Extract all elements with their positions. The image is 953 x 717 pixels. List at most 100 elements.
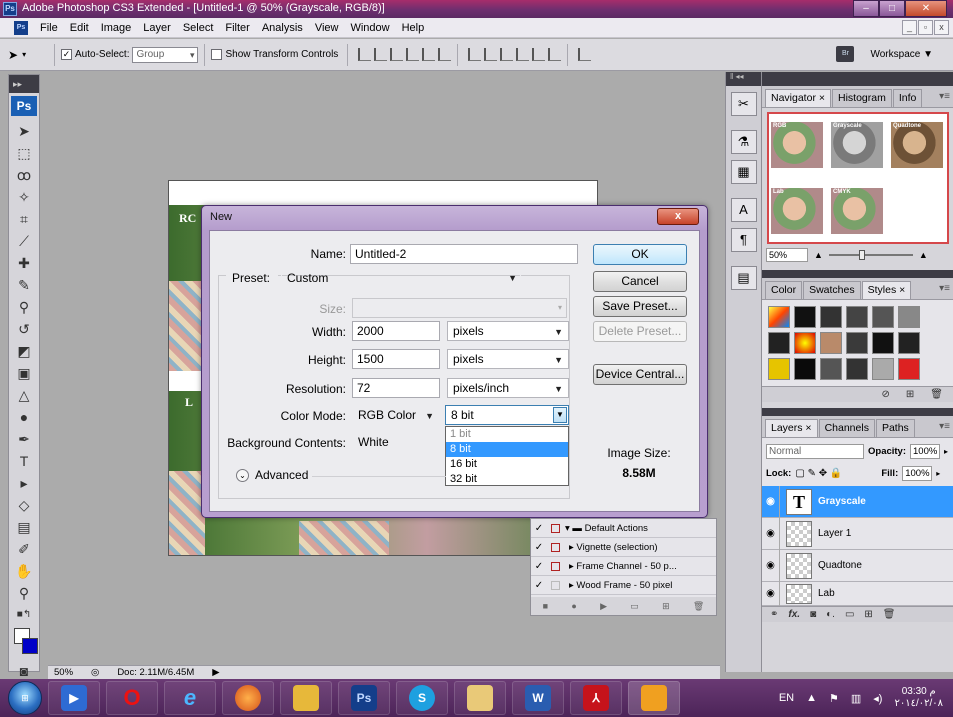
menu-image[interactable]: Image — [95, 22, 138, 34]
dialog-toggle-icon[interactable] — [547, 561, 563, 571]
action-row[interactable]: ✓ ▸ Wood Frame - 50 pixel — [531, 576, 716, 595]
bit-depth-dropdown[interactable]: 8 bit ▼ — [445, 405, 569, 425]
zoom-slider[interactable] — [828, 250, 913, 260]
bridge-button[interactable]: Br — [836, 46, 855, 62]
width-input[interactable]: 2000 — [352, 321, 440, 341]
toggle-check-icon[interactable]: ✓ — [531, 580, 547, 591]
style-swatch[interactable] — [898, 358, 920, 380]
tool-preset-picker[interactable]: ➤ ▾ — [8, 44, 48, 66]
taskbar-word[interactable]: W — [512, 681, 564, 715]
auto-align-button[interactable] — [578, 48, 592, 61]
move-tool-icon[interactable]: ➤ — [9, 120, 39, 142]
taskbar-firefox[interactable] — [222, 681, 274, 715]
toggle-check-icon[interactable]: ✓ — [531, 542, 547, 553]
slice-tool-icon[interactable]: ⟋ — [9, 230, 39, 252]
trash-icon[interactable]: 🗑 — [693, 601, 704, 612]
style-swatch[interactable] — [794, 358, 816, 380]
panel-header[interactable] — [762, 270, 953, 278]
advanced-toggle[interactable]: ⌄ Advanced — [236, 468, 308, 482]
align-left-icon[interactable] — [406, 48, 420, 61]
taskbar-app[interactable] — [628, 681, 680, 715]
status-menu-icon[interactable]: ▶ — [212, 667, 219, 678]
notes-panel-icon[interactable]: ▤ — [730, 266, 757, 290]
color-mode-dropdown[interactable]: RGB Color ▼ — [352, 405, 440, 425]
auto-select-dropdown[interactable]: Group — [132, 46, 199, 63]
layer-row[interactable]: ◉ Layer 1 — [762, 517, 953, 550]
minimize-button[interactable]: – — [853, 0, 879, 17]
bg-contents-dropdown[interactable]: White — [352, 432, 444, 452]
marquee-tool-icon[interactable]: ⬚ — [9, 142, 39, 164]
play-icon[interactable]: ▶ — [600, 601, 607, 612]
height-input[interactable]: 1500 — [352, 349, 440, 369]
lock-icons[interactable]: ▢ ✎ ✥ 🔒 — [795, 468, 863, 479]
style-swatch[interactable] — [898, 332, 920, 354]
fill-input[interactable]: 100% — [902, 465, 933, 481]
action-row[interactable]: ✓ ▸ Frame Channel - 50 p... — [531, 557, 716, 576]
action-row[interactable]: ✓ ▸ Vignette (selection) — [531, 538, 716, 557]
doc-minimize-button[interactable]: _ — [902, 20, 917, 35]
zoom-tool-icon[interactable]: ⚲ — [9, 582, 39, 604]
chevron-right-icon[interactable]: ▸ — [944, 447, 948, 456]
visibility-eye-icon[interactable]: ◉ — [762, 517, 780, 550]
record-icon[interactable]: ● — [571, 601, 576, 611]
eraser-tool-icon[interactable]: ◩ — [9, 340, 39, 362]
layer-row[interactable]: ◉ Lab — [762, 581, 953, 606]
blur-tool-icon[interactable]: △ — [9, 384, 39, 406]
menu-window[interactable]: Window — [344, 22, 395, 34]
style-swatch[interactable] — [768, 358, 790, 380]
maximize-button[interactable]: □ — [879, 0, 905, 17]
style-swatch[interactable] — [872, 332, 894, 354]
doc-restore-button[interactable]: ▫ — [918, 20, 933, 35]
fx-icon[interactable]: fx. — [788, 609, 800, 620]
history-brush-tool-icon[interactable]: ↺ — [9, 318, 39, 340]
align-top-icon[interactable] — [358, 48, 372, 61]
visibility-eye-icon[interactable]: ◉ — [762, 581, 780, 606]
panel-menu-icon[interactable]: ▾≡ — [939, 283, 950, 294]
style-swatch[interactable] — [794, 332, 816, 354]
tab-layers[interactable]: Layers × — [765, 419, 818, 437]
distribute-right-icon[interactable] — [548, 48, 562, 61]
hand-tool-icon[interactable]: ✋ — [9, 560, 39, 582]
doc-close-button[interactable]: x — [934, 20, 949, 35]
cancel-button[interactable]: Cancel — [593, 271, 687, 292]
gradient-tool-icon[interactable]: ▣ — [9, 362, 39, 384]
background-color[interactable] — [22, 638, 38, 654]
type-tool-icon[interactable]: T — [9, 450, 39, 472]
distribute-top-icon[interactable] — [468, 48, 482, 61]
visibility-eye-icon[interactable]: ◉ — [762, 549, 780, 582]
preset-dropdown[interactable]: Custom — [281, 268, 521, 288]
dialog-close-button[interactable]: x — [657, 208, 699, 225]
name-input[interactable]: Untitled-2 — [350, 244, 578, 264]
new-set-icon[interactable]: ▭ — [630, 601, 639, 612]
tab-styles[interactable]: Styles × — [861, 281, 912, 299]
visibility-eye-icon[interactable]: ◉ — [762, 485, 780, 518]
action-center-icon[interactable]: ⚑ — [829, 692, 839, 705]
align-hcenter-icon[interactable] — [422, 48, 436, 61]
distribute-vcenter-icon[interactable] — [484, 48, 498, 61]
panel-header[interactable] — [762, 72, 953, 86]
shape-tool-icon[interactable]: ◇ — [9, 494, 39, 516]
style-swatch[interactable] — [872, 358, 894, 380]
tab-swatches[interactable]: Swatches — [803, 281, 861, 299]
network-icon[interactable]: ▥ — [851, 692, 861, 705]
menu-help[interactable]: Help — [396, 22, 431, 34]
toggle-check-icon[interactable]: ✓ — [531, 523, 547, 534]
taskbar-explorer[interactable] — [454, 681, 506, 715]
menu-select[interactable]: Select — [177, 22, 220, 34]
clock[interactable]: 03:30 م ٢٠١٤/٠٢/٠٨ — [894, 686, 943, 710]
ok-button[interactable]: OK — [593, 244, 687, 265]
clear-style-icon[interactable]: ⊘ — [882, 389, 890, 400]
status-zoom[interactable]: 50% — [54, 667, 73, 678]
taskbar-skype[interactable]: S — [396, 681, 448, 715]
distribute-bottom-icon[interactable] — [500, 48, 514, 61]
dialog-toggle-icon[interactable] — [547, 580, 563, 590]
notes-tool-icon[interactable]: ▤ — [9, 516, 39, 538]
pen-tool-icon[interactable]: ✒ — [9, 428, 39, 450]
style-swatch[interactable] — [846, 306, 868, 328]
brush-tool-icon[interactable]: ✎ — [9, 274, 39, 296]
zoom-out-icon[interactable]: ▲ — [814, 250, 823, 260]
style-swatch[interactable] — [768, 306, 790, 328]
menu-layer[interactable]: Layer — [137, 22, 177, 34]
trash-icon[interactable]: 🗑 — [930, 389, 943, 400]
style-swatch[interactable] — [794, 306, 816, 328]
